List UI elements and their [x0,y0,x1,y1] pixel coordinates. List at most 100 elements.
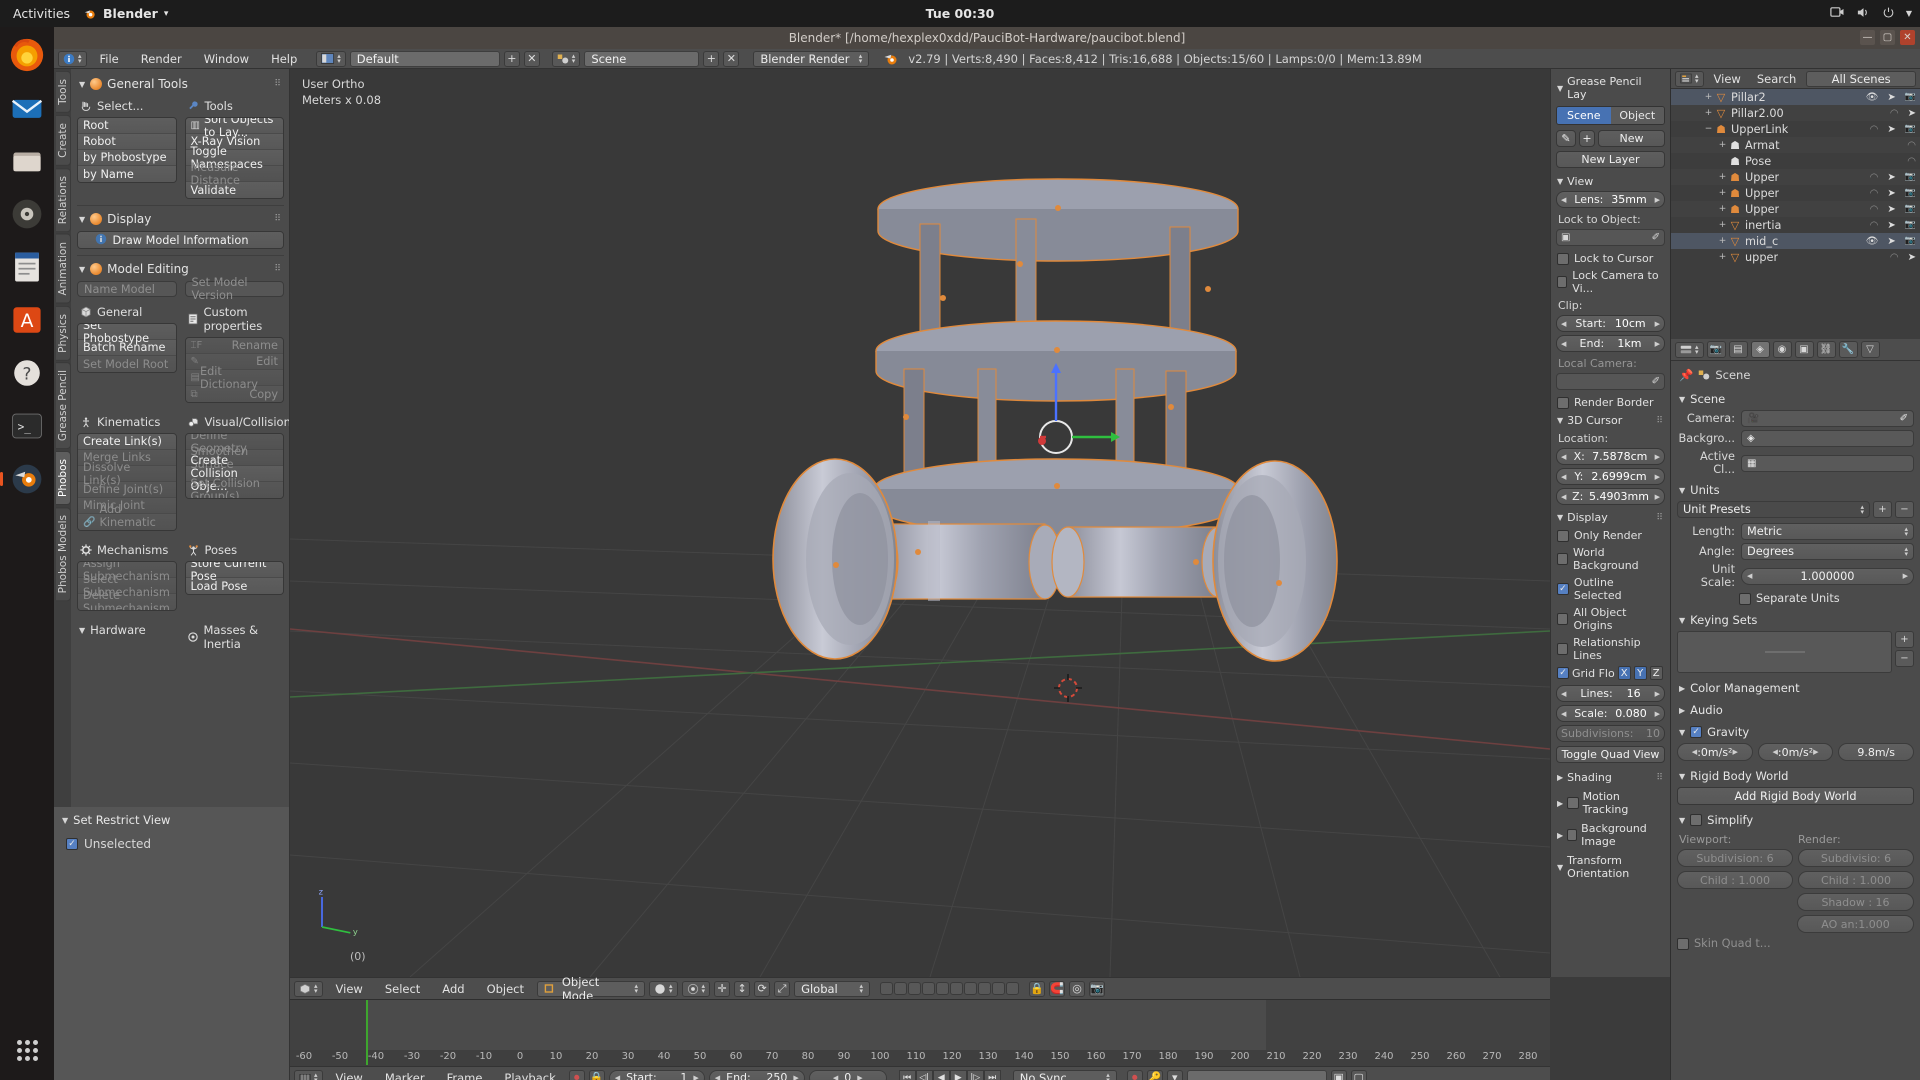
grid-lines-field[interactable]: ◀ Lines: 16 ▶ [1556,685,1665,702]
pivot-point-selector[interactable]: ▴▾ [682,981,711,997]
renderable-camera-icon[interactable]: 📷 [1905,188,1916,198]
end-frame-field[interactable]: ◀ End: 250 ▶ [709,1070,805,1080]
auto-keying-icon[interactable]: ⏺ [1127,1070,1143,1080]
visibility-eye-icon[interactable]: ◠ [1907,140,1916,151]
outliner-menu-view[interactable]: View [1708,72,1747,86]
properties-tab-render[interactable]: 📷 [1707,341,1726,358]
length-selector[interactable]: Metric ▴▾ [1741,523,1914,540]
expand-icon[interactable]: + [1717,188,1728,198]
properties-tab-world[interactable]: ◉ [1773,341,1792,358]
add-unit-preset-button[interactable]: + [1873,501,1892,518]
button-select-root[interactable]: Root [78,118,176,134]
selectable-cursor-icon[interactable]: ➤ [1908,108,1916,119]
play-icon[interactable]: ▶ [950,1070,967,1080]
outliner-display-mode[interactable]: All Scenes [1806,71,1916,87]
button-select-by-name[interactable]: by Name [78,166,176,182]
only-render-checkbox[interactable]: Only Render [1556,527,1665,544]
grid-floor-row[interactable]: ✓ Grid Flo X Y Z [1556,664,1665,682]
selectable-cursor-icon[interactable]: ➤ [1887,220,1895,231]
viewport-menu-view[interactable]: View [327,982,372,996]
dock-item-terminal[interactable]: >_ [4,403,50,449]
lock-camera-to-view-checkbox[interactable]: Lock Camera to Vi... [1556,267,1665,297]
remove-unit-preset-button[interactable]: − [1895,501,1914,518]
outliner-row[interactable]: +☗Armat◠ [1671,137,1920,153]
panel-header-units[interactable]: ▼ Units [1677,479,1914,501]
visibility-eye-icon[interactable]: ◠ [1907,156,1916,167]
checkbox-icon[interactable] [1567,797,1578,809]
cursor-x-field[interactable]: ◀ X: 7.5878cm ▶ [1556,448,1665,465]
jump-end-icon[interactable]: ⏭ [984,1070,1001,1080]
lock-icon[interactable]: 🔒 [1029,981,1045,997]
expand-icon[interactable]: + [1717,204,1728,214]
viewport-menu-add[interactable]: Add [433,982,473,996]
panel-header-rigid-body-world[interactable]: ▼ Rigid Body World [1677,765,1914,787]
selectable-cursor-icon[interactable]: ➤ [1908,252,1916,263]
lens-field[interactable]: ◀ Lens: 35mm ▶ [1556,191,1665,208]
checkbox-icon[interactable] [1567,829,1577,841]
selectable-cursor-icon[interactable]: ➤ [1887,236,1895,247]
panel-header-display[interactable]: ▼ Display ⠿ [77,208,284,231]
visibility-eye-icon[interactable]: ◠ [1870,188,1879,199]
properties-tab-render-layers[interactable]: ▤ [1729,341,1748,358]
expand-icon[interactable]: + [1717,220,1728,230]
menu-render[interactable]: Render [132,52,191,66]
button-select-by-phobostype[interactable]: by Phobostype [78,150,176,166]
properties-tab-object[interactable]: ▣ [1795,341,1814,358]
selectable-cursor-icon[interactable]: ➤ [1887,92,1895,103]
jump-start-icon[interactable]: ⏮ [899,1070,916,1080]
unit-scale-field[interactable]: ◀ 1.000000 ▶ [1741,568,1914,585]
active-clip-field[interactable]: ▦ [1741,455,1914,472]
lock-icon[interactable]: 🔒 [589,1070,605,1080]
panel-header-audio[interactable]: ▶ Audio [1677,699,1914,721]
all-object-origins-checkbox[interactable]: All Object Origins [1556,604,1665,634]
keying-dropdown-icon[interactable]: ▾ [1167,1070,1183,1080]
button-measure-distance[interactable]: Measure Distance [186,166,284,182]
selectable-cursor-icon[interactable]: ➤ [1887,172,1895,183]
button-set-model-root[interactable]: Set Model Root [78,356,176,372]
panel-header-color-management[interactable]: ▶ Color Management [1677,677,1914,699]
local-camera-field[interactable]: ✐ [1556,373,1665,390]
timeline-menu-frame[interactable]: Frame [438,1071,492,1080]
start-frame-field[interactable]: ◀ Start: 1 ▶ [609,1070,705,1080]
tab-phobos-models[interactable]: Phobos Models [56,507,71,601]
gravity-z-field[interactable]: 9.8m/s [1838,743,1914,761]
outliner-menu-search[interactable]: Search [1751,72,1803,86]
editor-type-selector[interactable]: ▴▾ [294,981,323,997]
scene-layers-widget[interactable] [880,982,1019,995]
clip-end-field[interactable]: ◀ End: 1km ▶ [1556,335,1665,352]
interaction-mode-selector[interactable]: Object Mode ▴▾ [537,981,645,997]
button-sort-objects-to-layers[interactable]: ▥ Sort Objects to Lay... [186,118,284,134]
grid-axis-y-button[interactable]: Y [1634,666,1647,680]
dock-item-libreoffice-writer[interactable] [4,244,50,290]
pin-icon[interactable]: 📌 [1679,368,1693,382]
translate-manipulator-button[interactable]: ↕ [734,981,750,997]
selectable-cursor-icon[interactable]: ➤ [1887,188,1895,199]
add-keyframe-icon[interactable]: ▣ [1331,1070,1347,1080]
outliner-row[interactable]: ☗Pose◠ [1671,153,1920,169]
collapse-icon[interactable]: − [1703,124,1714,134]
timeline-menu-marker[interactable]: Marker [376,1071,434,1080]
render-icon[interactable]: 📷 [1089,981,1105,997]
outliner-row[interactable]: +☗Upper◠➤📷 [1671,185,1920,201]
panel-header-scene[interactable]: ▼ Scene [1677,388,1914,410]
lock-to-object-field[interactable]: ▣ ✐ [1556,229,1665,246]
clip-start-field[interactable]: ◀ Start: 10cm ▶ [1556,315,1665,332]
renderable-camera-icon[interactable]: 📷 [1905,124,1916,134]
dock-item-rhythmbox[interactable] [4,191,50,237]
panel-header-transform-orientation[interactable]: ▼ Transform Orientation [1556,850,1665,882]
button-rename[interactable]: ⌶F Rename [186,338,284,354]
manipulator-toggle-button[interactable]: ✛ [714,981,730,997]
grid-subdivisions-field[interactable]: Subdivisions: 10 [1556,725,1665,742]
properties-tab-modifiers[interactable]: 🔧 [1839,341,1858,358]
expand-icon[interactable]: + [1703,92,1714,102]
new-layer-button[interactable]: New Layer [1556,151,1665,168]
button-dissolve-links[interactable]: Dissolve Link(s) [78,466,176,482]
expand-icon[interactable]: + [1703,108,1714,118]
menu-window[interactable]: Window [195,52,258,66]
timeline-menu-playback[interactable]: Playback [495,1071,564,1080]
checkbox-icon[interactable] [1690,814,1702,826]
grid-scale-field[interactable]: ◀ Scale: 0.080 ▶ [1556,705,1665,722]
properties-tab-scene[interactable]: ◈ [1751,341,1770,358]
panel-header-3d-cursor[interactable]: ▼ 3D Cursor ⠿ [1556,411,1665,430]
expand-icon[interactable]: + [1717,236,1728,246]
